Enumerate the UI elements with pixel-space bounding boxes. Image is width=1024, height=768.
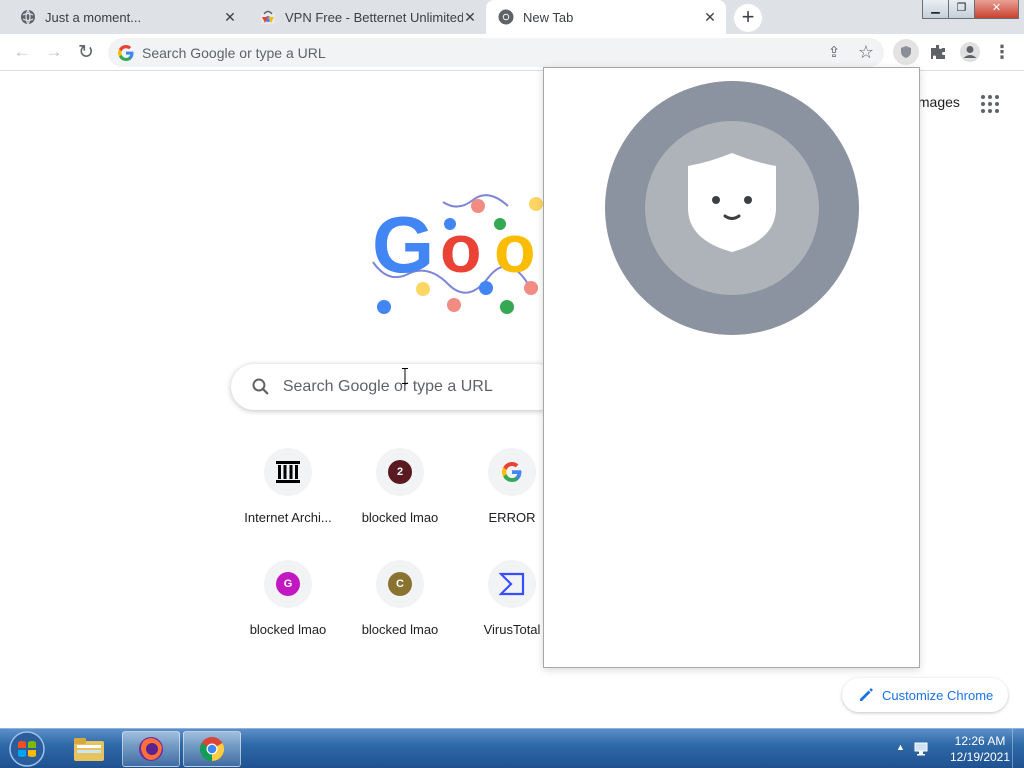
shortcut-tile-blocked-1[interactable]: 2 blocked lmao [344, 440, 456, 552]
minimize-button[interactable]: ▁ [922, 0, 949, 19]
betternet-extension-icon[interactable] [893, 39, 919, 65]
shortcut-label: blocked lmao [249, 622, 327, 637]
extensions-puzzle-icon[interactable] [926, 40, 950, 64]
tab-betternet[interactable]: VPN Free - Betternet Unlimited VPN ✕ [248, 0, 486, 34]
betternet-connect-button[interactable] [604, 80, 860, 336]
shortcut-tile-blocked-3[interactable]: C blocked lmao [344, 552, 456, 664]
ntp-search-input[interactable] [282, 378, 561, 396]
betternet-extension-popup [543, 67, 920, 668]
tab-title: Just a moment... [45, 9, 142, 25]
shortcut-letter-badge: 2 [388, 460, 412, 484]
firefox-icon [139, 737, 163, 761]
tab-new-tab[interactable]: New Tab ✕ [486, 0, 726, 34]
shortcut-icon-circle: G [264, 560, 312, 608]
bookmark-star-icon[interactable]: ☆ [854, 40, 878, 64]
tab-close-icon[interactable]: ✕ [462, 9, 478, 25]
internet-archive-icon [276, 461, 300, 483]
shortcut-label: Internet Archi... [244, 510, 332, 525]
virustotal-icon [499, 572, 525, 596]
shortcut-icon-circle [488, 560, 536, 608]
text-cursor-icon [402, 368, 408, 384]
chrome-icon [199, 737, 225, 761]
tab-title: VPN Free - Betternet Unlimited VPN [285, 9, 463, 25]
customize-chrome-button[interactable]: Customize Chrome [842, 678, 1008, 712]
tab-just-a-moment[interactable]: Just a moment... ✕ [8, 0, 246, 34]
google-doodle-logo[interactable]: G o o [368, 192, 548, 322]
tab-close-icon[interactable]: ✕ [702, 9, 718, 25]
maximize-button[interactable]: ❐ [948, 0, 975, 19]
tab-title: New Tab [523, 9, 574, 25]
folder-icon [74, 738, 104, 761]
ntp-search-box[interactable] [231, 364, 561, 410]
new-tab-button[interactable]: + [734, 4, 762, 32]
images-link[interactable]: Images [914, 94, 960, 110]
browser-toolbar: ← → ↻ ⇪ ☆ ⋮ [0, 34, 1024, 71]
taskbar-chrome-button[interactable] [183, 731, 241, 767]
omnibox[interactable] [108, 38, 884, 67]
taskbar-explorer-button[interactable] [60, 731, 118, 767]
shortcut-icon-circle: C [376, 560, 424, 608]
back-icon[interactable]: ← [10, 40, 34, 64]
google-g-icon [118, 44, 134, 61]
shortcut-label: blocked lmao [361, 622, 439, 637]
svg-text:G: G [372, 200, 434, 289]
show-desktop-button[interactable] [1012, 729, 1024, 768]
system-tray: ▲ 12:26 AM 12/19/2021 [884, 729, 1024, 768]
tray-expand-icon[interactable]: ▲ [896, 742, 905, 752]
menu-more-icon[interactable]: ⋮ [990, 40, 1014, 64]
search-icon [252, 378, 269, 395]
chrome-icon [498, 9, 514, 25]
customize-label: Customize Chrome [882, 687, 994, 703]
clock-time[interactable]: 12:26 AM [940, 734, 1020, 748]
windows-taskbar: ▲ 12:26 AM 12/19/2021 [0, 728, 1024, 768]
tab-strip: Just a moment... ✕ VPN Free - Betternet … [0, 0, 1024, 34]
share-icon[interactable]: ⇪ [822, 40, 846, 64]
network-icon[interactable] [914, 741, 930, 757]
shortcut-icon-circle [264, 448, 312, 496]
google-g-icon [502, 462, 522, 482]
shortcut-letter-badge: G [276, 572, 300, 596]
shortcut-icon-circle [488, 448, 536, 496]
reload-icon[interactable]: ↻ [74, 40, 98, 64]
taskbar-firefox-button[interactable] [122, 731, 180, 767]
forward-icon[interactable]: → [42, 40, 66, 64]
chrome-web-store-icon [260, 9, 276, 25]
pencil-icon [860, 688, 873, 701]
close-window-button[interactable]: ✕ [974, 0, 1019, 19]
omnibox-input[interactable] [142, 44, 782, 61]
windows-start-button[interactable] [4, 730, 50, 768]
clock-date[interactable]: 12/19/2021 [940, 750, 1020, 764]
profile-avatar-icon[interactable] [958, 40, 982, 64]
globe-icon [20, 9, 36, 25]
tab-close-icon[interactable]: ✕ [222, 9, 238, 25]
shortcut-letter-badge: C [388, 572, 412, 596]
shortcut-label: blocked lmao [361, 510, 439, 525]
shortcut-tile-blocked-2[interactable]: G blocked lmao [232, 552, 344, 664]
shortcut-tile-internet-archive[interactable]: Internet Archi... [232, 440, 344, 552]
shortcut-icon-circle: 2 [376, 448, 424, 496]
google-apps-icon[interactable] [980, 94, 1000, 114]
